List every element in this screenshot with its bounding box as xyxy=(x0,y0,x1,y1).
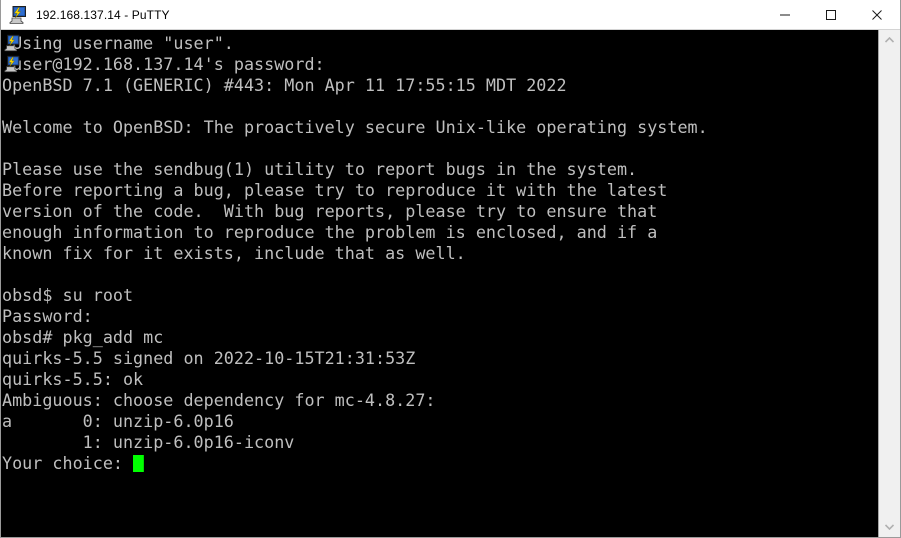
terminal-line: quirks-5.5 signed on 2022-10-15T21:31:53… xyxy=(2,349,416,369)
scrollbar-track[interactable] xyxy=(879,50,900,517)
terminal-line: enough information to reproduce the prob… xyxy=(2,223,658,243)
terminal-screen[interactable]: Using username "user". user@192.168.137.… xyxy=(1,30,878,537)
putty-window: 192.168.137.14 - PuTTY Using username "u… xyxy=(0,0,901,538)
close-icon xyxy=(872,9,882,20)
terminal-line: a 0: unzip-6.0p16 xyxy=(2,412,234,432)
terminal-line: obsd# pkg_add mc xyxy=(2,328,164,348)
minimize-icon xyxy=(780,14,790,15)
maximize-icon xyxy=(826,9,836,20)
terminal-line: quirks-5.5: ok xyxy=(2,370,144,390)
title-bar[interactable]: 192.168.137.14 - PuTTY xyxy=(1,0,900,30)
terminal-line: Using username "user". xyxy=(2,34,234,54)
terminal-scrollbar[interactable] xyxy=(878,30,900,537)
putty-icon xyxy=(3,54,23,74)
terminal-line: Please use the sendbug(1) utility to rep… xyxy=(2,160,638,180)
maximize-button[interactable] xyxy=(808,0,854,29)
window-title: 192.168.137.14 - PuTTY xyxy=(36,7,170,22)
chevron-up-icon xyxy=(885,37,894,43)
terminal-line: Ambiguous: choose dependency for mc-4.8.… xyxy=(2,391,436,411)
terminal-line: obsd$ su root xyxy=(2,286,134,306)
chevron-down-icon xyxy=(885,524,894,530)
caption-button-group xyxy=(762,0,900,29)
putty-icon xyxy=(3,33,23,53)
minimize-button[interactable] xyxy=(762,0,808,29)
close-button[interactable] xyxy=(854,0,900,29)
terminal-line: user@192.168.137.14's password: xyxy=(2,55,325,75)
terminal-prompt-line: Your choice: xyxy=(2,454,865,475)
terminal-line: Password: xyxy=(2,307,93,327)
prompt-text: Your choice: xyxy=(2,454,134,474)
scrollbar-up-button[interactable] xyxy=(878,30,900,50)
putty-icon xyxy=(8,4,30,26)
text-cursor[interactable] xyxy=(133,455,144,472)
terminal-line: 1: unzip-6.0p16-iconv xyxy=(2,433,295,453)
terminal-line: known fix for it exists, include that as… xyxy=(2,244,466,264)
scrollbar-down-button[interactable] xyxy=(878,517,900,537)
terminal-line: OpenBSD 7.1 (GENERIC) #443: Mon Apr 11 1… xyxy=(2,76,567,96)
terminal-line: Before reporting a bug, please try to re… xyxy=(2,181,668,201)
terminal-area: Using username "user". user@192.168.137.… xyxy=(1,30,900,537)
terminal-line: version of the code. With bug reports, p… xyxy=(2,202,658,222)
scrollbar-thumb[interactable] xyxy=(879,50,900,517)
terminal-line: Welcome to OpenBSD: The proactively secu… xyxy=(2,118,708,138)
